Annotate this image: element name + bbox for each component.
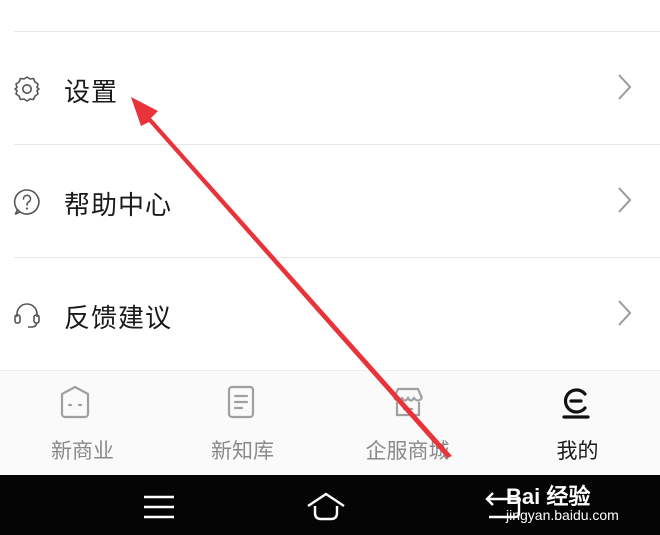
tab-mine[interactable]: 我的 xyxy=(495,371,660,476)
tab-label: 新商业 xyxy=(51,439,114,463)
settings-gear-icon xyxy=(12,74,42,104)
home-icon[interactable] xyxy=(304,485,348,525)
bottom-tab-bar: 新商业 新知库 企服商城 我的 xyxy=(0,370,660,476)
settings-screen: 设置 帮助中心 反馈建议 新商业 新知库 企服商城 我的 Bai 经验 jing… xyxy=(0,0,660,535)
menu-item-label: 帮助中心 xyxy=(64,191,173,221)
watermark-url: jingyan.baidu.com xyxy=(506,507,619,523)
menu-item-feedback[interactable]: 反馈建议 xyxy=(0,258,660,370)
menu-icon[interactable] xyxy=(137,485,181,525)
tab-knowledge-base[interactable]: 新知库 xyxy=(160,371,325,476)
chevron-right-icon xyxy=(614,185,634,215)
headset-icon xyxy=(12,300,42,330)
profile-icon xyxy=(558,384,594,420)
tab-service-store[interactable]: 企服商城 xyxy=(325,371,490,476)
chevron-right-icon xyxy=(614,72,634,102)
store-icon xyxy=(390,384,426,420)
menu-item-label: 反馈建议 xyxy=(64,304,173,334)
chevron-right-icon xyxy=(614,298,634,328)
menu-item-label: 设置 xyxy=(64,78,119,108)
baidu-jingyan-watermark: Bai 经验 jingyan.baidu.com xyxy=(488,477,658,533)
document-icon xyxy=(223,384,259,420)
help-question-icon xyxy=(12,187,42,217)
tab-label: 企服商城 xyxy=(365,439,450,463)
menu-item-settings[interactable]: 设置 xyxy=(0,32,660,144)
business-icon xyxy=(57,384,93,420)
tab-new-business[interactable]: 新商业 xyxy=(0,371,165,476)
menu-item-help-center[interactable]: 帮助中心 xyxy=(0,145,660,257)
tab-label: 新知库 xyxy=(211,439,274,463)
tab-label: 我的 xyxy=(556,439,599,463)
